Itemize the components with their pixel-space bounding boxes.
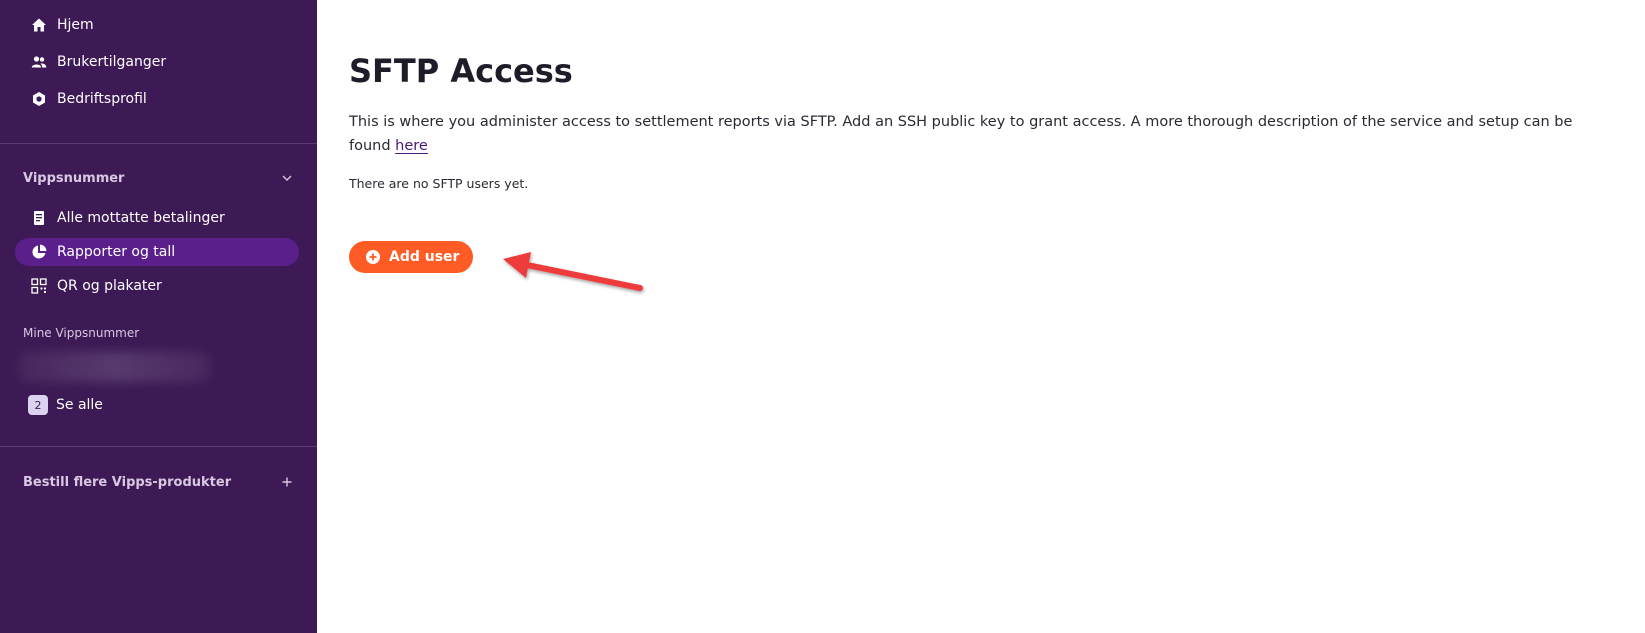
sidebar-item-se-alle[interactable]: 2 Se alle [15,391,299,419]
sidebar-item-label: Se alle [56,397,103,413]
sidebar-divider [0,446,317,447]
sidebar-item-brukertilganger[interactable]: Brukertilganger [15,48,299,76]
users-icon [31,54,47,70]
sidebar-item-label: Hjem [57,17,94,33]
sidebar-item-label: QR og plakater [57,278,162,294]
sidebar-item-qr-og-plakater[interactable]: QR og plakater [15,272,299,300]
receipt-icon [31,210,47,226]
add-user-button[interactable]: Add user [349,241,473,273]
description-text: This is where you administer access to s… [349,114,1573,154]
vippsnummer-section-toggle[interactable]: Vippsnummer [23,168,299,188]
page-title: SFTP Access [349,52,573,90]
redacted-vippsnummer [18,352,210,382]
main-content: SFTP Access This is where you administer… [317,0,1645,633]
sidebar-item-label: Alle mottatte betalinger [57,210,225,226]
sidebar-item-label: Brukertilganger [57,54,167,70]
company-icon [31,91,47,107]
sidebar-item-rapporter-og-tall[interactable]: Rapporter og tall [15,238,299,266]
plus-icon [281,476,293,488]
section-title: Vippsnummer [23,170,125,186]
count-badge: 2 [28,395,48,415]
empty-state-text: There are no SFTP users yet. [349,176,529,191]
chevron-down-icon [281,172,293,184]
qr-icon [31,278,47,294]
home-icon [31,17,47,33]
mine-vippsnummer-label: Mine Vippsnummer [23,326,140,340]
sidebar-item-alle-mottatte-betalinger[interactable]: Alle mottatte betalinger [15,204,299,232]
annotation-arrow-icon [503,252,643,291]
here-link[interactable]: here [395,138,428,154]
sidebar-divider [0,143,317,144]
sidebar-item-label: Bedriftsprofil [57,91,147,107]
plus-circle-icon [365,249,381,265]
add-user-label: Add user [389,249,460,265]
sidebar-item-label: Rapporter og tall [57,244,176,260]
pie-chart-icon [31,244,47,260]
sidebar-item-hjem[interactable]: Hjem [15,11,299,39]
sidebar: Hjem Brukertilganger Bedriftsprofil Vipp… [0,0,317,633]
app: Hjem Brukertilganger Bedriftsprofil Vipp… [0,0,1645,633]
sidebar-item-bedriftsprofil[interactable]: Bedriftsprofil [15,85,299,113]
section-title: Bestill flere Vipps-produkter [23,474,232,490]
page-description: This is where you administer access to s… [349,110,1614,158]
order-products-toggle[interactable]: Bestill flere Vipps-produkter [23,472,299,492]
